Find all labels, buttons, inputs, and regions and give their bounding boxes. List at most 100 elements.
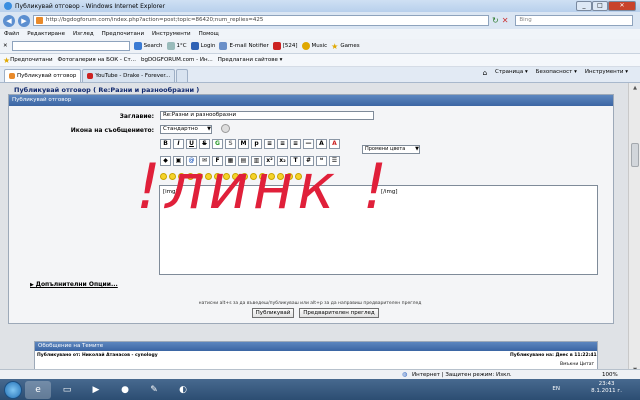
vertical-scrollbar[interactable]: ▲ ▼ (628, 83, 640, 377)
menu-help[interactable]: Помощ (199, 31, 219, 37)
star-icon: ★ (3, 55, 11, 65)
user-icon (190, 42, 199, 50)
menu-favorites[interactable]: Предпочитани (102, 31, 144, 37)
scroll-up-icon[interactable]: ▲ (631, 85, 639, 93)
favorite-item[interactable]: Предлагани сайтове ▾ (218, 57, 283, 63)
italic-icon[interactable]: I (173, 139, 184, 149)
bold-icon[interactable]: B (160, 139, 171, 149)
command-bar: ⌂ Страница ▾ Безопасност ▾ Инструменти ▾ (483, 69, 628, 77)
counter-badge[interactable]: [524] (272, 42, 298, 50)
taskbar-firefox[interactable]: ● (112, 381, 138, 399)
address-bar: ◀ ▶ http://bgdogforum.com/index.php?acti… (0, 12, 640, 29)
more-options-link[interactable]: ▶ Допълнителни Опции... (30, 281, 118, 288)
post-author: Публикувано от: Николай Атанасов - cynol… (37, 353, 158, 358)
preformatted-icon[interactable]: p (251, 139, 262, 149)
search-input[interactable]: Bing (515, 15, 634, 26)
youtube-icon (272, 42, 281, 50)
security-zone: Интернет | Защитен режим: Изкл. (412, 372, 512, 378)
page-icon (9, 73, 15, 79)
clock-time: 23:43 (598, 381, 615, 387)
home-icon[interactable]: ⌂ (483, 69, 487, 77)
post-date: Публикувано на: Днес в 11:22:41 (510, 353, 597, 358)
insert-quote-link[interactable]: Вмъкни Цитат (560, 362, 594, 367)
taskbar-paint[interactable]: ✎ (141, 381, 167, 399)
clock-date: 8.1.2011 г. (591, 388, 622, 394)
strike-icon[interactable]: S (199, 139, 210, 149)
align-center-icon[interactable]: ≡ (277, 139, 288, 149)
favorite-item[interactable]: Фотогалерия на БОК - Ст... (58, 57, 136, 63)
marquee-icon[interactable]: M (238, 139, 249, 149)
menu-view[interactable]: Изглед (73, 31, 94, 37)
font-face-icon[interactable]: A (329, 139, 340, 149)
submit-button[interactable]: Публикувай (252, 308, 294, 318)
forward-icon[interactable]: ▶ (18, 14, 30, 27)
subject-input[interactable]: Re:Разни и разнообразни (160, 111, 374, 120)
language-indicator[interactable]: EN (552, 386, 560, 392)
music-icon (301, 42, 310, 50)
favorites-button[interactable]: ★ Предпочитани (3, 56, 53, 65)
tab-post-reply[interactable]: Публикувай отговор (4, 69, 82, 82)
url-input[interactable]: http://bgdogforum.com/index.php?action=p… (33, 15, 489, 26)
new-tab-button[interactable] (176, 69, 189, 82)
star-icon: ★ (331, 41, 339, 51)
message-icon-preview (221, 124, 230, 133)
favorites-bar: ★ Предпочитани Фотогалерия на БОК - Ст...… (0, 54, 640, 67)
toolbar-search-button[interactable]: Search (133, 42, 163, 50)
close-button[interactable]: ✕ (608, 1, 636, 11)
stop-icon[interactable]: ✕ (502, 16, 509, 25)
maximize-button[interactable]: □ (592, 1, 608, 11)
scroll-thumb[interactable] (631, 143, 639, 167)
weather-icon (166, 42, 175, 50)
favorite-item[interactable]: bgDOGFORUM.com - Ин... (141, 57, 213, 63)
taskbar: e ▭ ▶ ● ✎ ◐ (0, 379, 640, 400)
zoom-level[interactable]: 100% (602, 372, 618, 378)
subject-label: Заглавие: (119, 113, 154, 120)
message-icon-label: Икона на съобщението: (70, 127, 154, 134)
window-title: Публикувай отговор - Windows Internet Ex… (15, 2, 166, 10)
cmd-tools[interactable]: Инструменти ▾ (585, 69, 628, 77)
tab-youtube[interactable]: YouTube - Drake - Forever... (82, 69, 176, 82)
addon-toolbar: ✕ Search 1°C Login E-mail Notifier [524]… (0, 39, 640, 54)
glow-icon[interactable]: G (212, 139, 223, 149)
weather-widget[interactable]: 1°C (166, 42, 187, 50)
music-button[interactable]: Music (301, 42, 327, 50)
handwritten-overlay: !линк ! (136, 150, 391, 220)
taskbar-media-player[interactable]: ▶ (83, 381, 109, 399)
shadow-icon[interactable]: S (225, 139, 236, 149)
globe-icon: ◍ (402, 371, 408, 378)
cmd-safety[interactable]: Безопасност ▾ (536, 69, 577, 77)
taskbar-explorer[interactable]: ▭ (54, 381, 80, 399)
cmd-page[interactable]: Страница ▾ (495, 69, 528, 77)
underline-icon[interactable]: U (186, 139, 197, 149)
search-icon (133, 42, 142, 50)
format-toolbar-row-1: B I U S G S M p ≡ ≡ ≡ — A A (160, 139, 340, 149)
topic-summary-header: Обобщение на Темите (35, 342, 597, 351)
youtube-icon (87, 73, 94, 79)
title-bar: Публикувай отговор - Windows Internet Ex… (0, 0, 640, 12)
menu-edit[interactable]: Редактиране (27, 31, 65, 37)
refresh-icon[interactable]: ↻ (492, 16, 499, 25)
horizontal-rule-icon[interactable]: — (303, 139, 314, 149)
system-clock[interactable]: 23:43 8.1.2011 г. (591, 381, 622, 395)
align-right-icon[interactable]: ≡ (290, 139, 301, 149)
minimize-button[interactable]: _ (576, 1, 592, 11)
message-icon-select[interactable]: Стандартно ▼ (160, 125, 212, 134)
shortcut-hint: натисни alt+s за да въведеш/публикуваш и… (198, 301, 422, 306)
overlay-text: !линк ! (136, 150, 391, 220)
login-button[interactable]: Login (190, 42, 215, 50)
mail-icon (219, 42, 228, 50)
taskbar-app[interactable]: ◐ (170, 381, 196, 399)
taskbar-ie[interactable]: e (25, 380, 51, 399)
toolbar-search-input[interactable] (11, 41, 130, 51)
preview-button[interactable]: Предварителен преглед (299, 308, 379, 318)
menu-file[interactable]: Файл (4, 31, 19, 37)
menu-tools[interactable]: Инструменти (152, 31, 191, 37)
email-notifier-button[interactable]: E-mail Notifier (219, 42, 269, 50)
font-size-icon[interactable]: A (316, 139, 327, 149)
back-icon[interactable]: ◀ (3, 14, 15, 27)
close-toolbar-icon[interactable]: ✕ (3, 43, 8, 49)
start-button[interactable] (4, 380, 22, 399)
menu-bar: Файл Редактиране Изглед Предпочитани Инс… (0, 29, 640, 39)
games-button[interactable]: ★ Games (331, 42, 359, 51)
align-left-icon[interactable]: ≡ (264, 139, 275, 149)
